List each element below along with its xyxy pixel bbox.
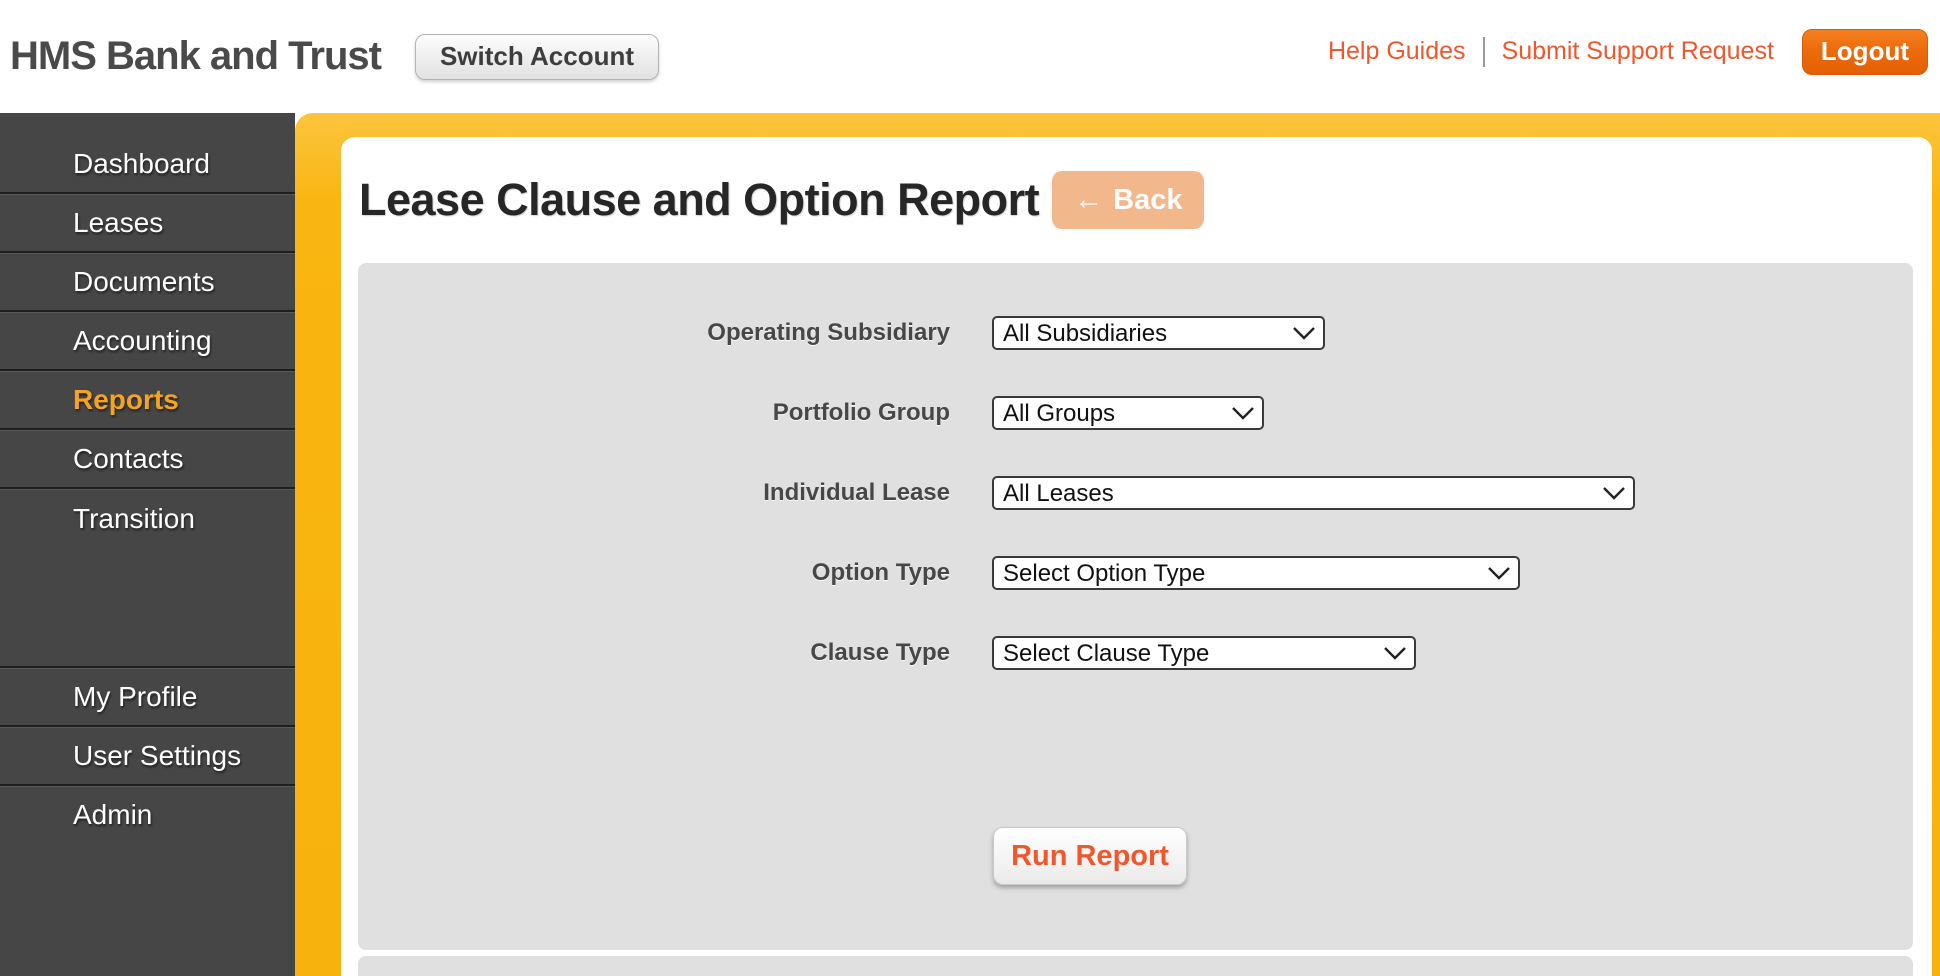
- portfolio-group-select-wrap: All Groups: [992, 396, 1264, 430]
- sidebar-nav: Dashboard Leases Documents Accounting Re…: [0, 113, 295, 976]
- operating-subsidiary-label: Operating Subsidiary: [707, 319, 950, 346]
- portfolio-group-label: Portfolio Group: [772, 399, 950, 426]
- option-type-select[interactable]: Select Option Type: [992, 556, 1520, 590]
- option-type-select-wrap: Select Option Type: [992, 556, 1520, 590]
- app-title: HMS Bank and Trust: [10, 34, 382, 78]
- individual-lease-label: Individual Lease: [763, 479, 950, 506]
- operating-subsidiary-select-wrap: All Subsidiaries: [992, 316, 1325, 350]
- clause-type-select-wrap: Select Clause Type: [992, 636, 1416, 670]
- operating-subsidiary-select[interactable]: All Subsidiaries: [992, 316, 1325, 350]
- form-row-option-type: Option Type Select Option Type: [358, 533, 1913, 613]
- portfolio-group-select[interactable]: All Groups: [992, 396, 1264, 430]
- sidebar-item-admin[interactable]: Admin: [0, 784, 295, 843]
- sidebar-item-leases[interactable]: Leases: [0, 194, 295, 253]
- clause-type-select[interactable]: Select Clause Type: [992, 636, 1416, 670]
- app-root: HMS Bank and Trust Switch Account Help G…: [0, 0, 1940, 976]
- header-right-links: Help Guides Submit Support Request Logou…: [1328, 28, 1940, 75]
- report-filter-panel: Operating Subsidiary All Subsidiaries Po…: [358, 263, 1913, 950]
- sidebar-main-group: Dashboard Leases Documents Accounting Re…: [0, 113, 295, 548]
- sidebar-item-documents[interactable]: Documents: [0, 253, 295, 312]
- page-title: Lease Clause and Option Report: [359, 174, 1040, 225]
- link-divider: [1482, 36, 1485, 67]
- logout-button[interactable]: Logout: [1801, 28, 1928, 75]
- switch-account-button[interactable]: Switch Account: [414, 33, 660, 80]
- sidebar-item-contacts[interactable]: Contacts: [0, 430, 295, 489]
- top-header: HMS Bank and Trust Switch Account Help G…: [0, 0, 1940, 113]
- sidebar-item-user-settings[interactable]: User Settings: [0, 725, 295, 784]
- main-content-frame: Lease Clause and Option Report ← Back Op…: [295, 113, 1940, 976]
- form-row-portfolio-group: Portfolio Group All Groups: [358, 373, 1913, 453]
- report-results-panel: [358, 956, 1913, 976]
- form-row-clause-type: Clause Type Select Clause Type: [358, 613, 1913, 693]
- back-button-label: Back: [1113, 183, 1183, 216]
- sidebar-item-transition[interactable]: Transition: [0, 489, 295, 548]
- sidebar-secondary-group: My Profile User Settings Admin: [0, 666, 295, 843]
- form-row-operating-subsidiary: Operating Subsidiary All Subsidiaries: [358, 293, 1913, 373]
- help-guides-link[interactable]: Help Guides: [1328, 37, 1466, 66]
- submit-support-request-link[interactable]: Submit Support Request: [1502, 37, 1774, 66]
- sidebar-item-reports[interactable]: Reports: [0, 371, 295, 430]
- individual-lease-select[interactable]: All Leases: [992, 476, 1635, 510]
- sidebar-item-my-profile[interactable]: My Profile: [0, 666, 295, 725]
- title-row: Lease Clause and Option Report ← Back: [341, 137, 1932, 229]
- sidebar-item-accounting[interactable]: Accounting: [0, 312, 295, 371]
- content-card: Lease Clause and Option Report ← Back Op…: [341, 137, 1932, 976]
- back-arrow-icon: ←: [1074, 183, 1104, 216]
- clause-type-label: Clause Type: [810, 639, 950, 666]
- sidebar-item-dashboard[interactable]: Dashboard: [0, 135, 295, 194]
- option-type-label: Option Type: [811, 559, 950, 586]
- back-button[interactable]: ← Back: [1052, 171, 1205, 229]
- run-report-button[interactable]: Run Report: [993, 827, 1187, 885]
- form-row-individual-lease: Individual Lease All Leases: [358, 453, 1913, 533]
- individual-lease-select-wrap: All Leases: [992, 476, 1635, 510]
